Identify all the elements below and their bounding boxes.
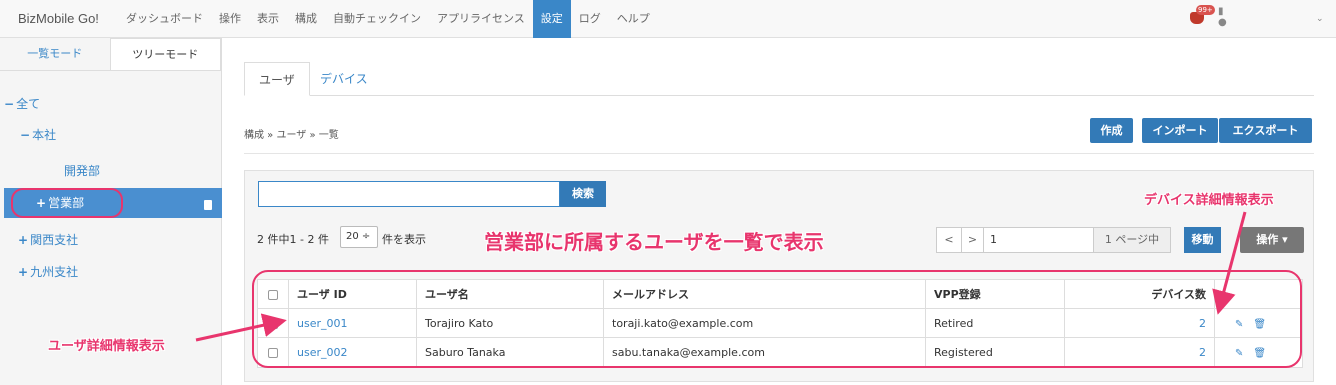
arrow-to-user-id <box>195 313 287 342</box>
annotation-arrows <box>195 211 1247 342</box>
arrow-to-device-count <box>1212 211 1247 315</box>
